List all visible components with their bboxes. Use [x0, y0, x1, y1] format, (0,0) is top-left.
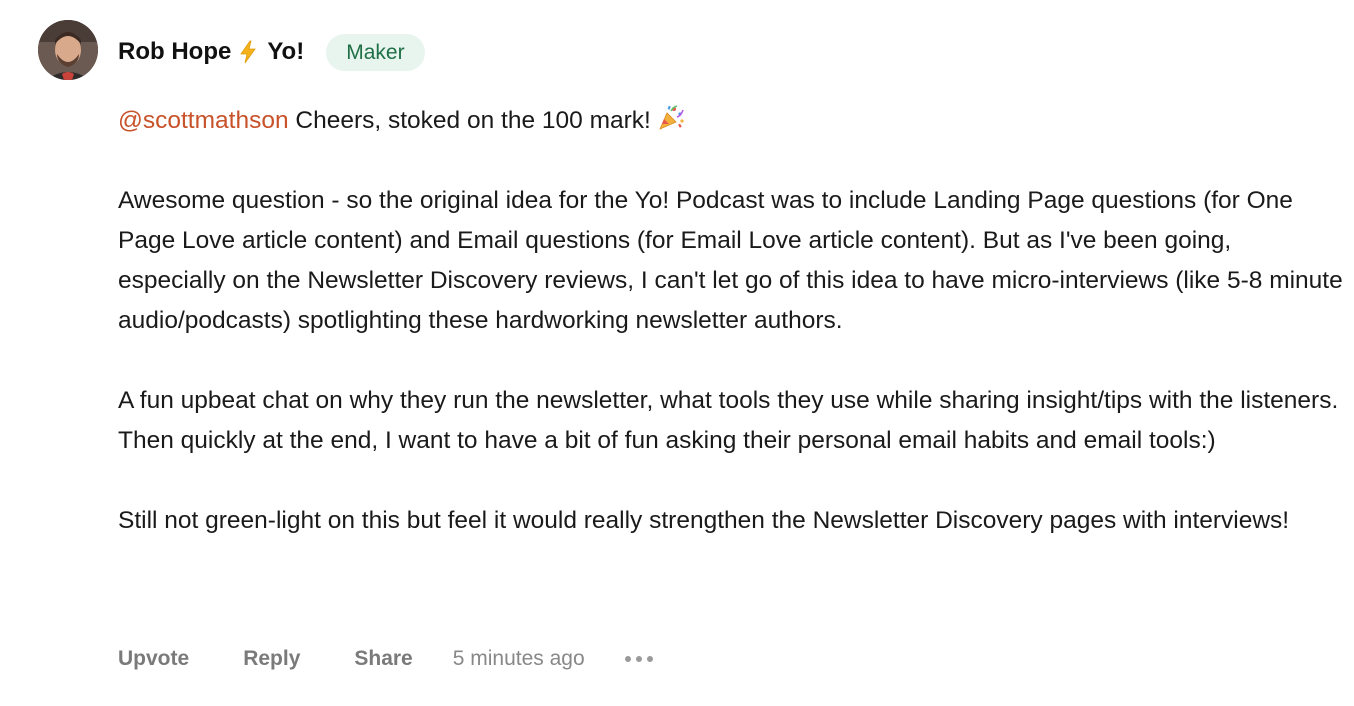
maker-badge: Maker: [326, 33, 425, 71]
comment-paragraph-2: Awesome question - so the original idea …: [118, 187, 1343, 334]
author-name-suffix: Yo!: [267, 38, 305, 65]
more-options-icon[interactable]: [624, 650, 653, 668]
more-dot: [646, 656, 653, 662]
comment-body: @scottmathson Cheers, stoked on the 100 …: [118, 101, 1343, 541]
upvote-button[interactable]: Upvote: [118, 647, 189, 671]
comment-paragraph-4: Still not green-light on this but feel i…: [118, 507, 1290, 534]
more-dot: [635, 656, 642, 662]
lightning-bolt-icon: [239, 40, 257, 64]
author-name[interactable]: Rob Hope Yo!: [118, 38, 304, 66]
comment-paragraph-1: @scottmathson Cheers, stoked on the 100 …: [118, 101, 1343, 141]
user-mention-link[interactable]: @scottmathson: [118, 107, 289, 134]
avatar[interactable]: [38, 20, 98, 80]
author-name-text: Rob Hope: [118, 38, 232, 65]
comment: Rob Hope Yo! Maker @scottmathson Cheers,…: [0, 0, 1354, 706]
more-dot: [624, 656, 631, 662]
party-popper-icon: [657, 105, 685, 131]
share-button[interactable]: Share: [354, 647, 412, 671]
comment-line-1: Cheers, stoked on the 100 mark!: [288, 107, 651, 134]
reply-button[interactable]: Reply: [243, 647, 300, 671]
comment-header: Rob Hope Yo! Maker: [118, 32, 425, 72]
user-avatar: [38, 20, 98, 80]
comment-actions: Upvote Reply Share 5 minutes ago: [118, 642, 653, 676]
comment-paragraph-3: A fun upbeat chat on why they run the ne…: [118, 387, 1339, 454]
comment-timestamp[interactable]: 5 minutes ago: [453, 647, 585, 671]
